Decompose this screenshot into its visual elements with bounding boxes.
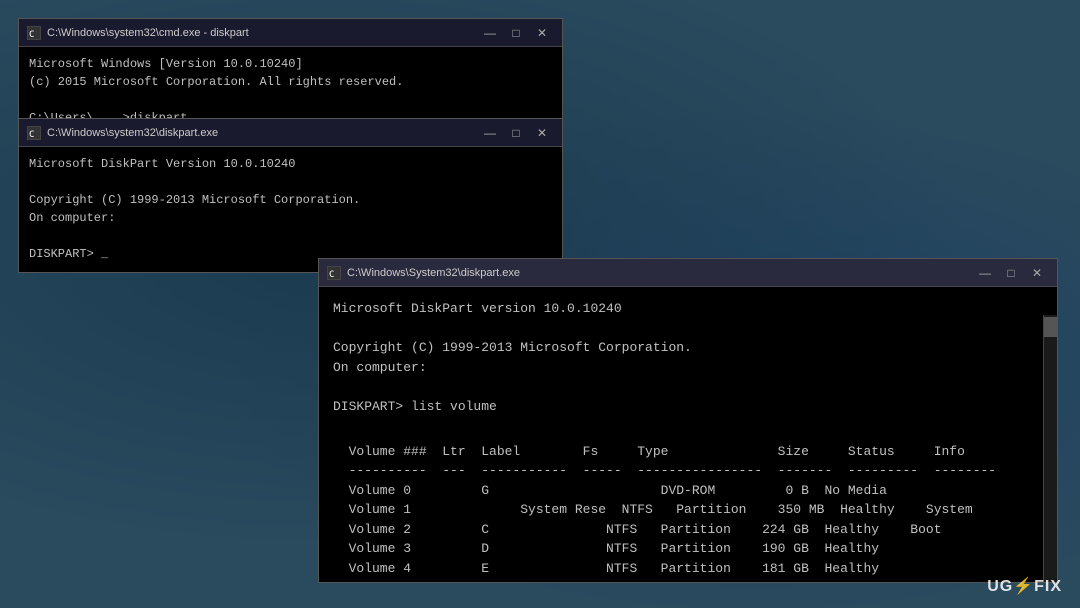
- diskpart-small-line-4: On computer:: [29, 209, 552, 227]
- diskpart-small-line-2: [29, 173, 552, 191]
- diskpart-small-line-5: [29, 227, 552, 245]
- table-separator: ---------- --- ----------- ----- -------…: [333, 461, 1033, 481]
- cmd-window: C C:\Windows\system32\cmd.exe - diskpart…: [18, 18, 563, 123]
- diskpart-small-line-3: Copyright (C) 1999-2013 Microsoft Corpor…: [29, 191, 552, 209]
- diskpart-small-window: C C:\Windows\system32\diskpart.exe — □ ✕…: [18, 118, 563, 273]
- table-row-vol1: Volume 1 System Rese NTFS Partition 350 …: [333, 500, 1033, 520]
- diskpart-large-icon: C: [327, 266, 341, 280]
- table-row-vol0: Volume 0 G DVD-ROM 0 B No Media: [333, 481, 1033, 501]
- diskpart-small-close-btn[interactable]: ✕: [530, 123, 554, 143]
- diskpart-large-title-text: C:\Windows\System32\diskpart.exe: [347, 267, 520, 279]
- diskpart-large-version: Microsoft DiskPart version 10.0.10240: [333, 299, 1033, 319]
- diskpart-small-title-bar: C C:\Windows\system32\diskpart.exe — □ ✕: [19, 119, 562, 147]
- diskpart-small-line-1: Microsoft DiskPart Version 10.0.10240: [29, 155, 552, 173]
- diskpart-large-blank4: [333, 578, 1033, 582]
- diskpart-large-computer: On computer:: [333, 358, 1033, 378]
- diskpart-large-title-bar: C C:\Windows\System32\diskpart.exe — □ ✕: [319, 259, 1057, 287]
- diskpart-large-console: Microsoft DiskPart version 10.0.10240 Co…: [319, 287, 1057, 582]
- cmd-line-2: (c) 2015 Microsoft Corporation. All righ…: [29, 73, 552, 91]
- table-row-vol4: Volume 4 E NTFS Partition 181 GB Healthy: [333, 559, 1033, 579]
- cmd-icon: C: [27, 26, 41, 40]
- cmd-minimize-btn[interactable]: —: [478, 23, 502, 43]
- svg-text:C: C: [29, 30, 34, 39]
- diskpart-small-icon: C: [27, 126, 41, 140]
- ugfix-logo: UG⚡FIX: [987, 576, 1062, 596]
- cmd-line-1: Microsoft Windows [Version 10.0.10240]: [29, 55, 552, 73]
- scrollbar-thumb[interactable]: [1044, 317, 1057, 337]
- cmd-maximize-btn[interactable]: □: [504, 23, 528, 43]
- svg-text:C: C: [329, 270, 334, 279]
- svg-text:C: C: [29, 130, 34, 139]
- diskpart-large-blank2: [333, 377, 1033, 397]
- diskpart-large-blank3: [333, 416, 1033, 436]
- ugfix-accent: ⚡: [1013, 578, 1034, 595]
- scrollbar[interactable]: [1043, 315, 1057, 582]
- diskpart-large-table: Volume ### Ltr Label Fs Type Size Status…: [333, 442, 1033, 579]
- cmd-title-text: C:\Windows\system32\cmd.exe - diskpart: [47, 27, 249, 39]
- diskpart-large-copyright: Copyright (C) 1999-2013 Microsoft Corpor…: [333, 338, 1033, 358]
- table-header: Volume ### Ltr Label Fs Type Size Status…: [333, 442, 1033, 462]
- diskpart-large-close-btn[interactable]: ✕: [1025, 263, 1049, 283]
- diskpart-large-maximize-btn[interactable]: □: [999, 263, 1023, 283]
- diskpart-small-maximize-btn[interactable]: □: [504, 123, 528, 143]
- diskpart-large-command: DISKPART> list volume: [333, 397, 1033, 417]
- diskpart-large-window: C C:\Windows\System32\diskpart.exe — □ ✕…: [318, 258, 1058, 583]
- cmd-title-buttons: — □ ✕: [478, 23, 554, 43]
- diskpart-large-blank1: [333, 319, 1033, 339]
- cmd-close-btn[interactable]: ✕: [530, 23, 554, 43]
- diskpart-large-minimize-btn[interactable]: —: [973, 263, 997, 283]
- diskpart-small-title-buttons: — □ ✕: [478, 123, 554, 143]
- cmd-line-3: [29, 91, 552, 109]
- diskpart-large-title-buttons: — □ ✕: [973, 263, 1049, 283]
- cmd-title-bar: C C:\Windows\system32\cmd.exe - diskpart…: [19, 19, 562, 47]
- diskpart-small-title-text: C:\Windows\system32\diskpart.exe: [47, 127, 218, 139]
- table-row-vol2: Volume 2 C NTFS Partition 224 GB Healthy…: [333, 520, 1033, 540]
- table-row-vol3: Volume 3 D NTFS Partition 190 GB Healthy: [333, 539, 1033, 559]
- diskpart-small-minimize-btn[interactable]: —: [478, 123, 502, 143]
- diskpart-small-console: Microsoft DiskPart Version 10.0.10240 Co…: [19, 147, 562, 271]
